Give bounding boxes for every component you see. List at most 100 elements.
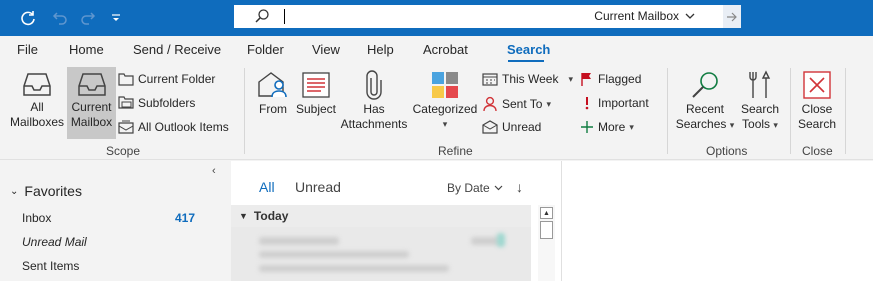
flag-icon [581, 73, 591, 86]
favorites-header[interactable]: ⌄ Favorites [10, 183, 82, 199]
exclamation-icon [585, 97, 589, 110]
categorized-button[interactable]: Categorized ▾ [410, 70, 480, 140]
inbox-tray-icon [23, 73, 51, 96]
group-divider [845, 68, 846, 154]
scroll-up-button[interactable]: ▲ [540, 207, 553, 219]
from-person-icon [258, 72, 287, 98]
subfolders-icon [118, 96, 134, 109]
all-outlook-items-button[interactable]: All Outlook Items [118, 120, 229, 134]
chevron-down-icon: ▾ [546, 98, 552, 109]
folder-item-inbox[interactable]: Inbox [22, 211, 51, 225]
all-outlook-items-label: All Outlook Items [138, 120, 229, 134]
unread-button[interactable]: Unread [482, 120, 541, 134]
paperclip-icon [366, 70, 382, 100]
tab-folder[interactable]: Folder [247, 42, 284, 57]
tab-home[interactable]: Home [69, 42, 104, 57]
search-scope-dropdown[interactable]: Current Mailbox [594, 9, 695, 23]
scrollbar[interactable]: ▲ [538, 205, 555, 281]
chevron-down-icon: ⌄ [10, 185, 19, 197]
options-group-label: Options [706, 144, 748, 158]
inbox-tray-icon [77, 73, 106, 96]
recent-searches-label-1: Recent [685, 102, 725, 116]
subfolders-label: Subfolders [138, 96, 196, 110]
all-items-icon [118, 120, 134, 134]
filter-tab-all[interactable]: All [259, 179, 275, 195]
folder-pane: ‹ ⌄ Favorites Inbox 417 Unread Mail Sent… [0, 161, 231, 281]
undo-icon[interactable] [50, 8, 70, 28]
search-tools-label-1: Search [740, 102, 780, 116]
has-attachments-button[interactable]: Has Attachments [338, 70, 410, 140]
envelope-icon [482, 120, 498, 134]
scope-group-label: Scope [106, 144, 141, 158]
inbox-unread-count: 417 [175, 211, 196, 225]
current-mailbox-button[interactable]: Current Mailbox [67, 67, 116, 139]
current-folder-button[interactable]: Current Folder [118, 72, 215, 86]
subject-label: Subject [295, 102, 337, 116]
group-header-today[interactable]: ▼ Today [231, 205, 531, 227]
all-mailboxes-button[interactable]: All Mailboxes [8, 70, 66, 138]
chevron-down-icon [685, 13, 695, 19]
has-attachments-label-2: Attachments [340, 117, 408, 131]
group-divider [667, 68, 668, 154]
folder-item-unread-mail[interactable]: Unread Mail [22, 235, 87, 249]
tab-send-receive[interactable]: Send / Receive [133, 42, 221, 57]
current-mailbox-label-1: Current [71, 100, 112, 114]
subject-button[interactable]: Subject [294, 70, 338, 130]
calendar-icon [482, 73, 498, 86]
subfolders-button[interactable]: Subfolders [118, 96, 195, 110]
unread-label: Unread [502, 120, 542, 134]
title-bar: Current Mailbox [0, 0, 873, 36]
folder-item-sent-items[interactable]: Sent Items [22, 259, 79, 273]
recent-searches-label-2: Searches [675, 117, 727, 131]
sort-label: By Date [447, 181, 490, 195]
person-icon [483, 96, 497, 112]
tab-file[interactable]: File [17, 42, 38, 57]
chevron-down-icon: ▾ [773, 120, 778, 130]
filter-tab-unread[interactable]: Unread [295, 179, 341, 195]
group-divider [244, 68, 245, 154]
tab-help[interactable]: Help [367, 42, 394, 57]
all-mailboxes-label-1: All [30, 100, 44, 114]
close-search-button[interactable]: Close Search [795, 70, 839, 142]
customize-qat-icon[interactable] [106, 8, 126, 28]
search-input[interactable]: Current Mailbox [234, 5, 723, 28]
tab-view[interactable]: View [312, 42, 340, 57]
search-tools-icon [749, 70, 771, 98]
flagged-label: Flagged [598, 72, 642, 86]
sort-dropdown[interactable]: By Date [447, 181, 503, 195]
scroll-thumb[interactable] [540, 221, 553, 239]
arrow-right-icon [727, 12, 737, 21]
recent-searches-button[interactable]: Recent Searches ▾ [675, 70, 735, 142]
has-attachments-label-1: Has [363, 102, 385, 116]
chevron-down-icon: ▾ [729, 120, 735, 130]
search-tools-button[interactable]: Search Tools ▾ [735, 70, 785, 142]
collapse-pane-icon[interactable]: ‹ [212, 165, 216, 177]
plus-icon [581, 121, 593, 133]
search-icon [254, 8, 270, 27]
sync-icon[interactable] [18, 8, 38, 28]
sent-to-dropdown[interactable]: Sent To ▾ [482, 96, 551, 112]
list-item[interactable] [231, 227, 531, 281]
categorized-label: Categorized [412, 102, 478, 116]
this-week-label: This Week [502, 72, 559, 86]
from-button[interactable]: From [254, 70, 292, 130]
group-header-label: Today [253, 209, 289, 223]
sort-direction-icon[interactable]: ↓ [516, 179, 523, 195]
close-search-label-1: Close [801, 102, 833, 116]
more-dropdown[interactable]: More ▾ [580, 120, 634, 134]
more-label: More [598, 120, 626, 134]
search-scope-label: Current Mailbox [594, 9, 679, 23]
search-tools-label-2: Tools [742, 117, 771, 131]
tab-acrobat[interactable]: Acrobat [423, 42, 468, 57]
ribbon: All Mailboxes Current Mailbox Current Fo… [0, 62, 873, 160]
important-label: Important [598, 96, 649, 110]
this-week-dropdown[interactable]: This Week ▾ [482, 72, 573, 86]
close-group-label: Close [802, 144, 833, 158]
search-go-button[interactable] [723, 5, 741, 28]
redo-icon[interactable] [78, 8, 98, 28]
flagged-button[interactable]: Flagged [580, 72, 641, 86]
tab-search[interactable]: Search [507, 42, 550, 57]
message-list: All Unread By Date ↓ ▼ Today ▲ [231, 161, 562, 281]
current-folder-label: Current Folder [138, 72, 216, 86]
important-button[interactable]: Important [580, 96, 649, 110]
